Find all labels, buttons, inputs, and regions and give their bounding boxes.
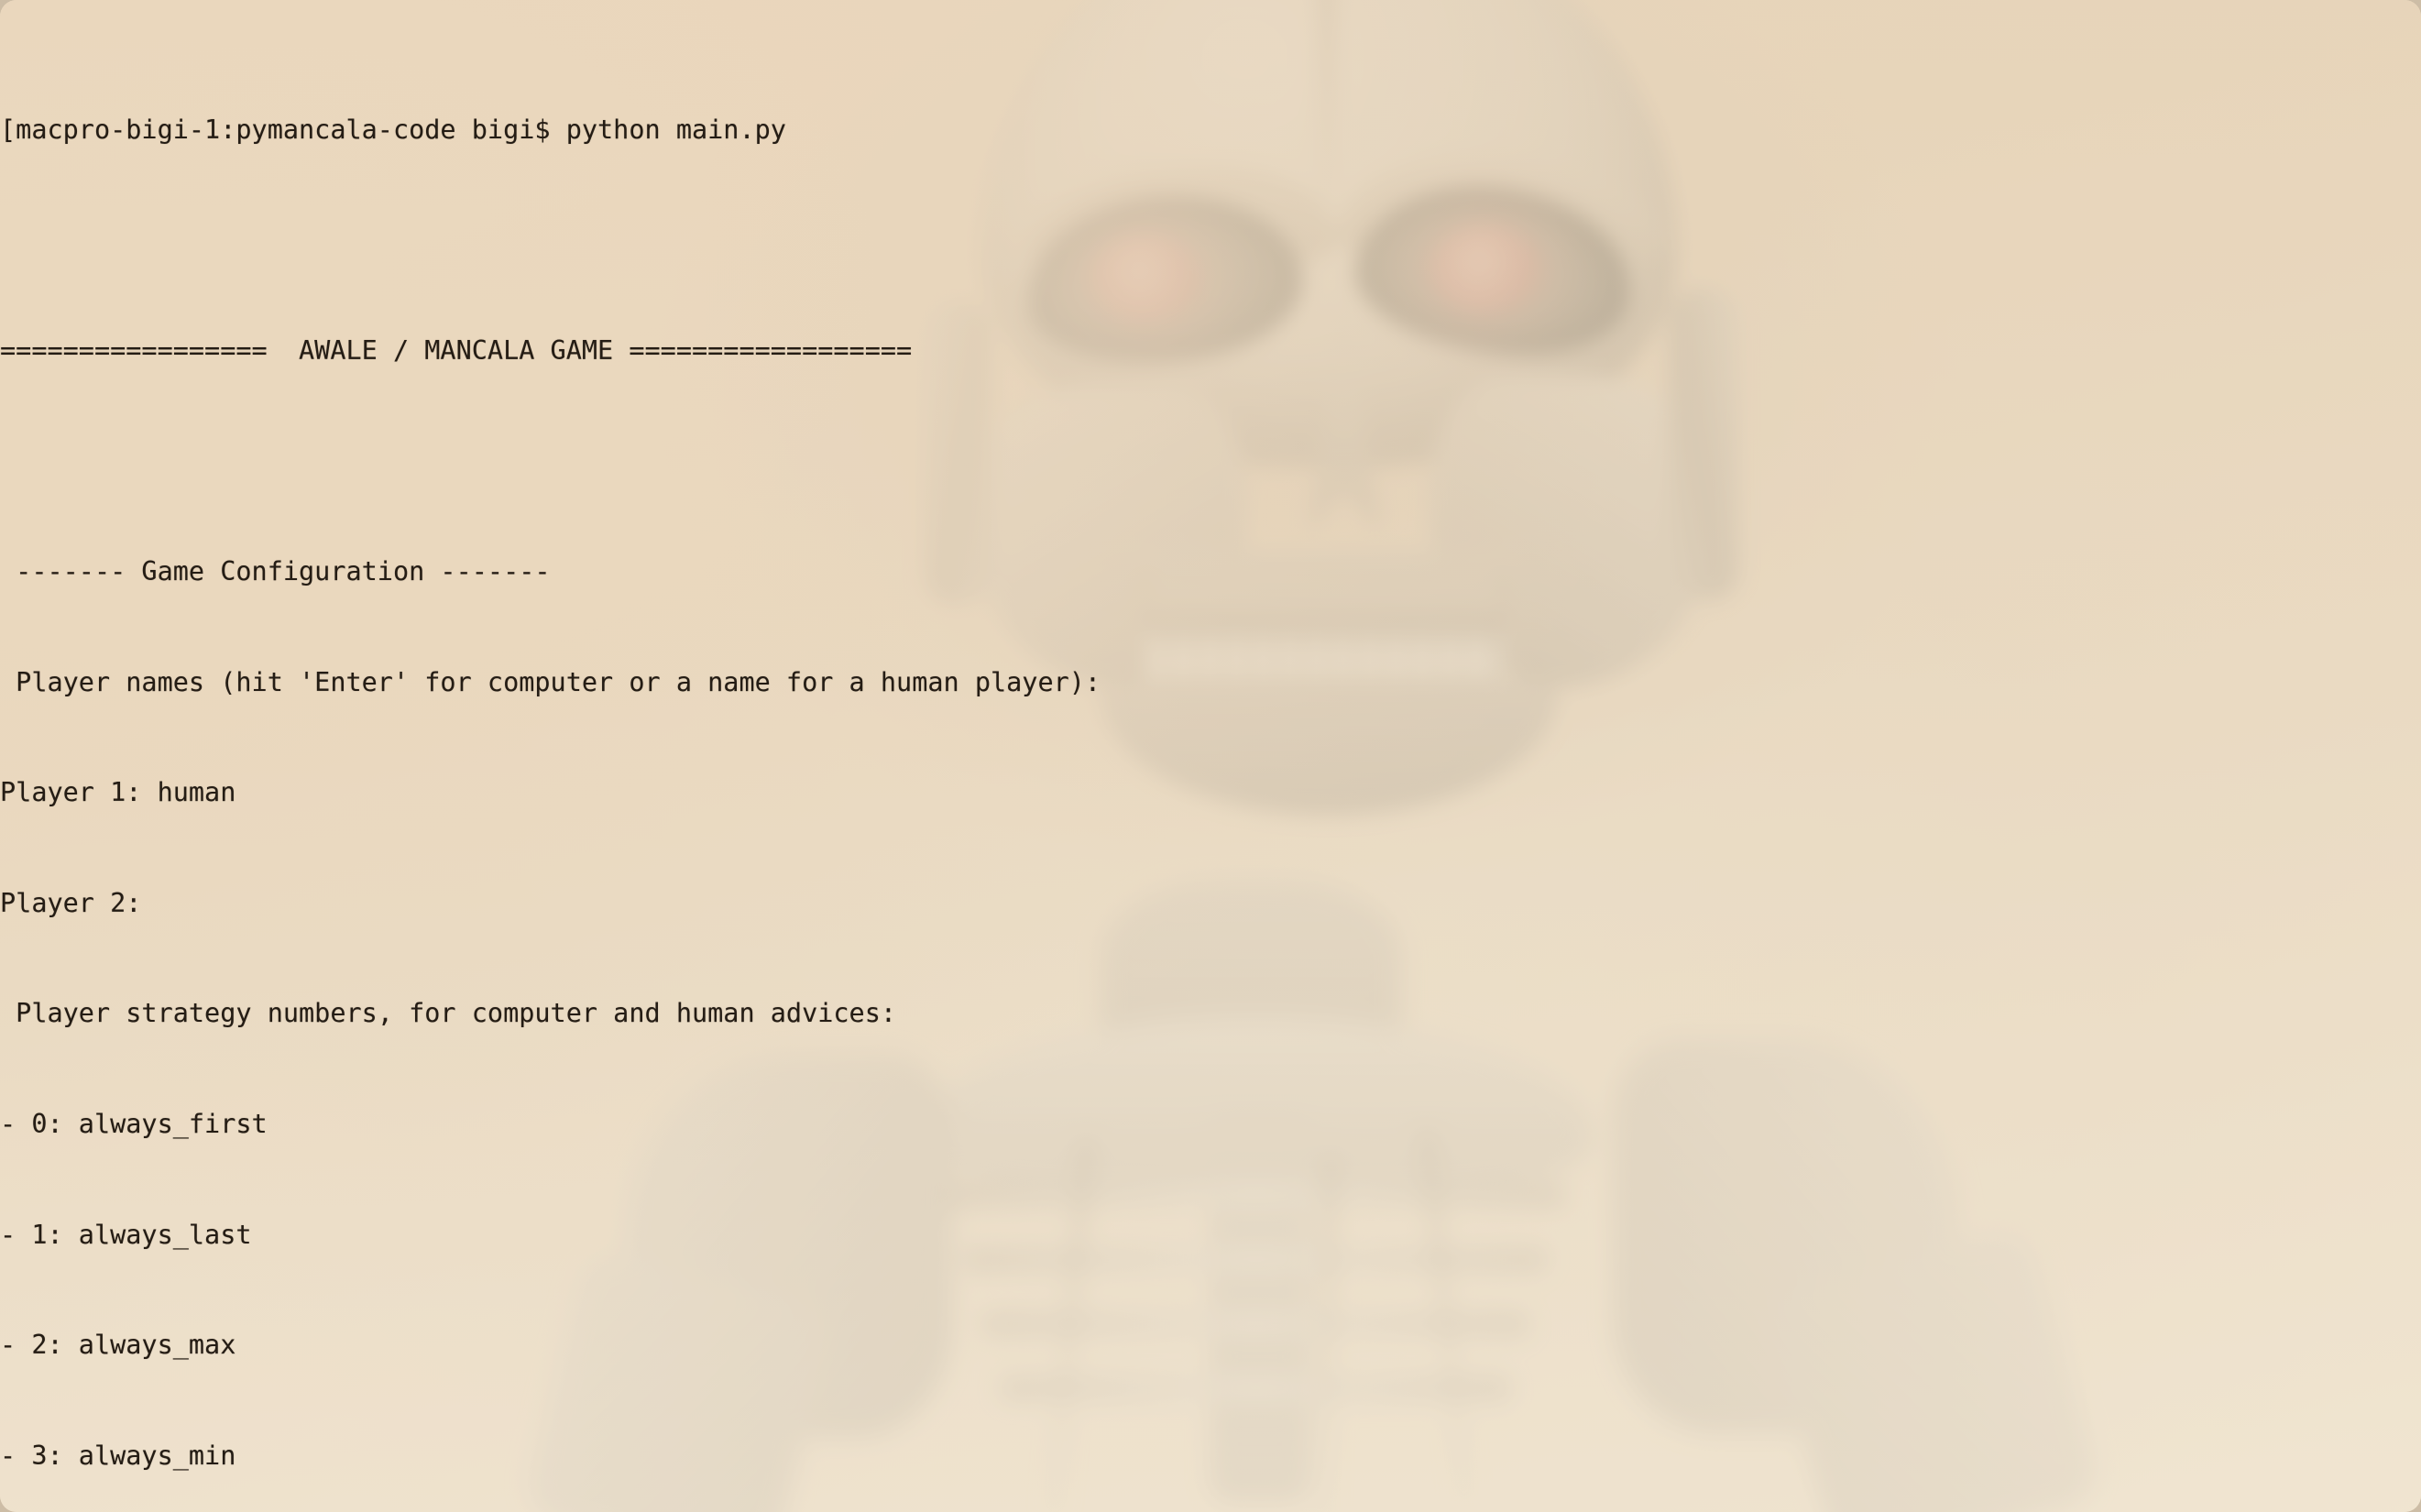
strategy-option-3-line: - 3: always_min [0, 1440, 236, 1471]
terminal-window[interactable]: [macpro-bigi-1:pymancala-code bigi$ pyth… [0, 0, 2421, 1512]
player-1-name-line[interactable]: Player 1: human [0, 774, 2421, 811]
shell-prompt-line: [macpro-bigi-1:pymancala-code bigi$ pyth… [0, 114, 786, 145]
player-2-name-line[interactable]: Player 2: [0, 885, 2421, 922]
terminal-output[interactable]: [macpro-bigi-1:pymancala-code bigi$ pyth… [0, 0, 2421, 1512]
config-header-line: ------- Game Configuration ------- [0, 555, 551, 586]
strategy-option-2-line: - 2: always_max [0, 1330, 236, 1361]
banner-line: ================= AWALE / MANCALA GAME =… [0, 334, 913, 366]
strategy-option-0-line: - 0: always_first [0, 1108, 268, 1139]
strategy-option-1-line: - 1: always_last [0, 1219, 252, 1250]
names-prompt-line: Player names (hit 'Enter' for computer o… [0, 666, 1101, 697]
strategy-prompt-line: Player strategy numbers, for computer an… [0, 998, 897, 1029]
